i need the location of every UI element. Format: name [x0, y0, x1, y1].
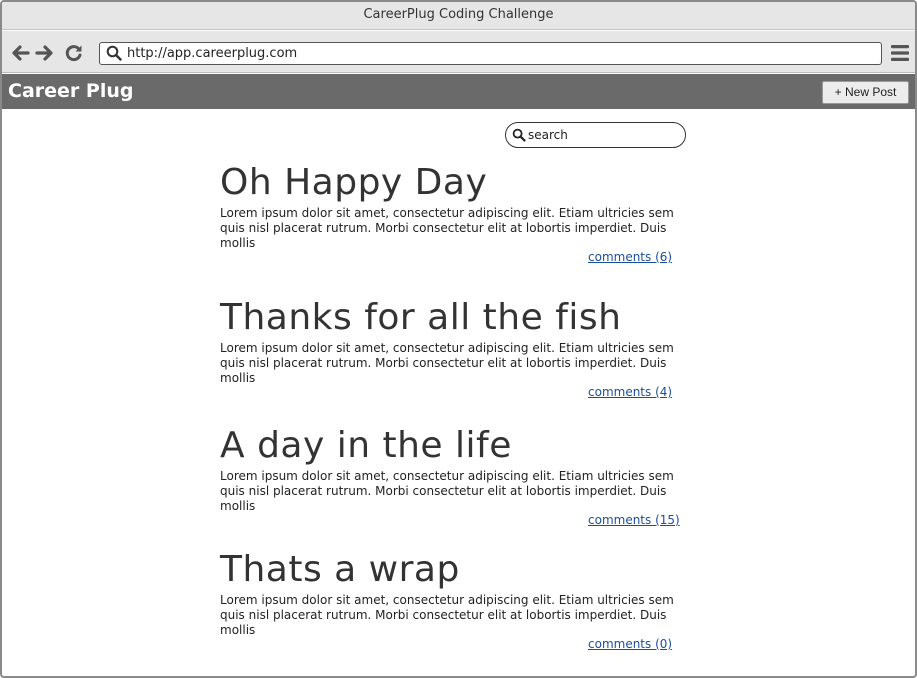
post-title[interactable]: Oh Happy Day: [220, 162, 720, 204]
post-item: Oh Happy Day Lorem ipsum dolor sit amet,…: [220, 162, 720, 264]
search-input[interactable]: [528, 126, 678, 144]
post-item: Thats a wrap Lorem ipsum dolor sit amet,…: [220, 549, 720, 651]
post-title[interactable]: Thanks for all the fish: [220, 297, 720, 339]
address-bar[interactable]: http://app.careerplug.com: [99, 42, 882, 65]
hamburger-menu-icon[interactable]: [890, 44, 910, 62]
app-navbar: Career Plug + New Post: [2, 74, 915, 109]
forward-arrow-icon[interactable]: [35, 43, 55, 63]
search-box[interactable]: [505, 122, 686, 148]
comments-link[interactable]: comments (0): [588, 637, 672, 651]
back-arrow-icon[interactable]: [10, 43, 30, 63]
post-item: Thanks for all the fish Lorem ipsum dolo…: [220, 297, 720, 399]
comments-link[interactable]: comments (4): [588, 385, 672, 399]
reload-icon[interactable]: [64, 43, 84, 63]
post-body: Lorem ipsum dolor sit amet, consectetur …: [220, 469, 674, 513]
post-body: Lorem ipsum dolor sit amet, consectetur …: [220, 206, 674, 250]
comments-link[interactable]: comments (6): [588, 250, 672, 264]
search-icon: [512, 127, 526, 142]
url-text: http://app.careerplug.com: [127, 46, 298, 61]
post-body: Lorem ipsum dolor sit amet, consectetur …: [220, 341, 674, 385]
browser-toolbar: http://app.careerplug.com: [2, 31, 915, 73]
post-title[interactable]: A day in the life: [220, 425, 720, 467]
comments-link[interactable]: comments (15): [588, 513, 680, 527]
post-item: A day in the life Lorem ipsum dolor sit …: [220, 425, 720, 527]
browser-window: CareerPlug Coding Challenge http://app.c…: [0, 0, 917, 678]
brand-logo[interactable]: Career Plug: [8, 74, 133, 109]
search-icon: [106, 45, 122, 61]
window-title: CareerPlug Coding Challenge: [2, 2, 915, 30]
post-title[interactable]: Thats a wrap: [220, 549, 720, 591]
new-post-button[interactable]: + New Post: [822, 81, 909, 104]
post-body: Lorem ipsum dolor sit amet, consectetur …: [220, 593, 674, 637]
